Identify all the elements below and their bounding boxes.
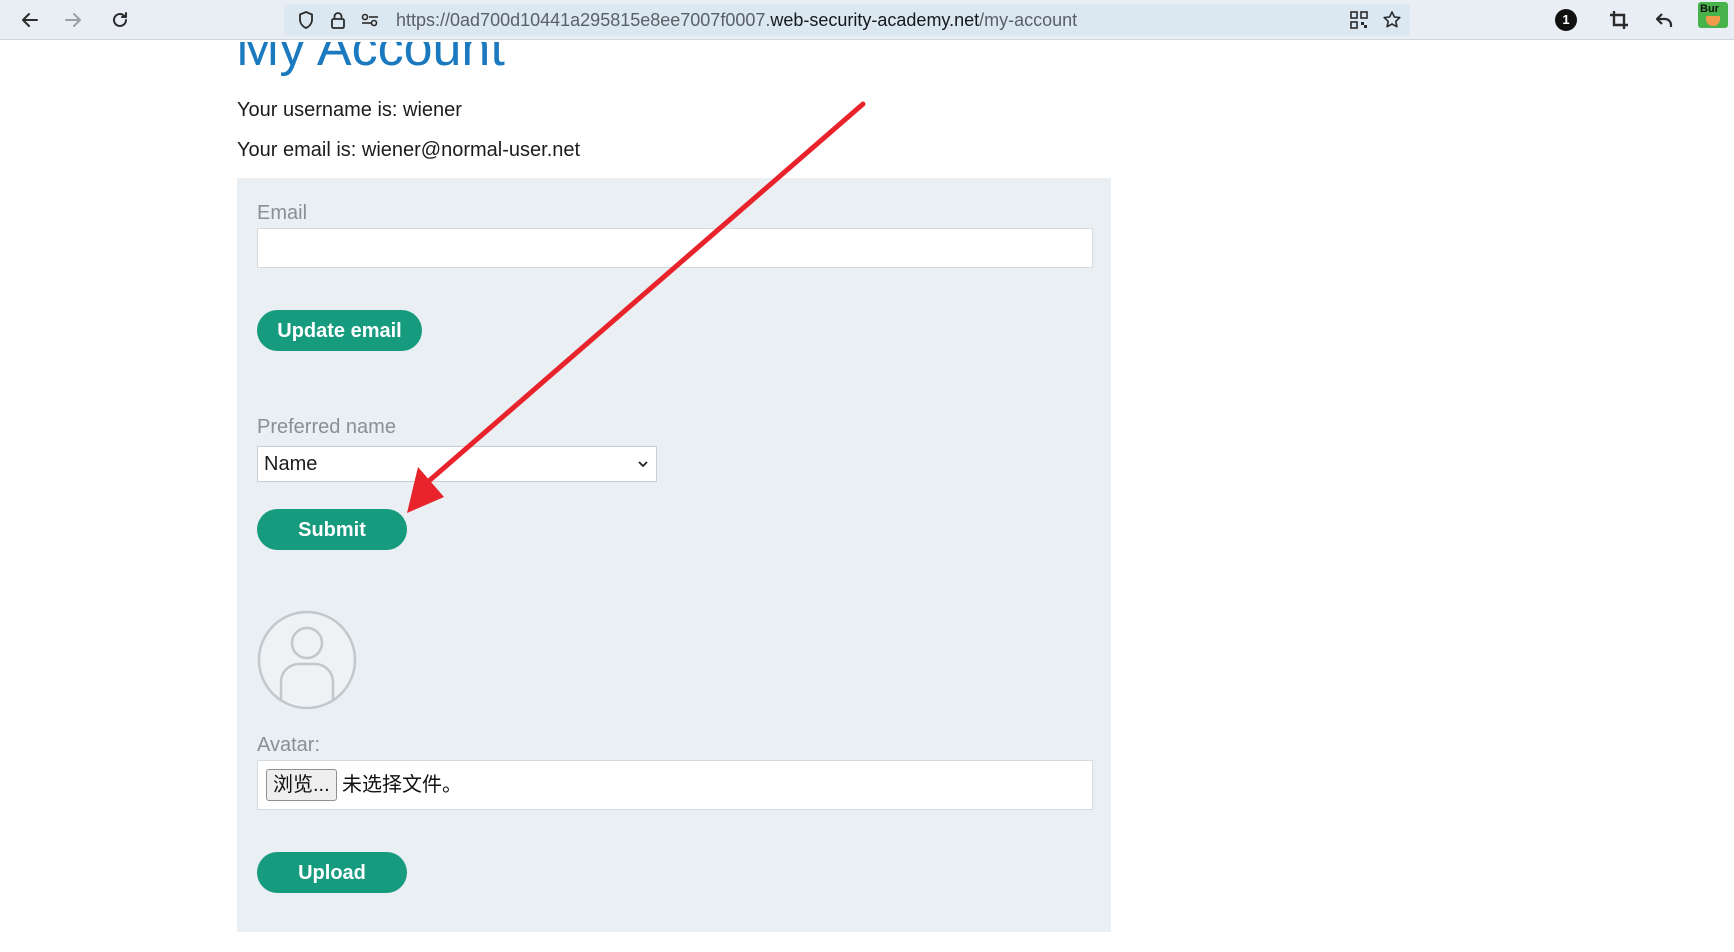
avatar-file-input[interactable]: 浏览... 未选择文件。 bbox=[257, 760, 1093, 810]
back-icon[interactable] bbox=[16, 6, 44, 34]
burp-extension-icon[interactable]: Bur bbox=[1698, 2, 1728, 28]
burp-label: Bur bbox=[1700, 3, 1719, 15]
email-info: Your email is: wiener@normal-user.net bbox=[237, 139, 581, 161]
preferred-name-label: Preferred name bbox=[257, 416, 396, 438]
extension-badge[interactable]: 1 bbox=[1555, 9, 1577, 31]
email-label: Email bbox=[257, 202, 308, 224]
update-email-button[interactable]: Update email bbox=[257, 310, 422, 351]
avatar-placeholder-icon bbox=[257, 610, 357, 710]
permissions-icon[interactable] bbox=[356, 6, 384, 34]
forward-icon[interactable] bbox=[59, 6, 87, 34]
address-bar[interactable]: https://0ad700d10441a295815e8ee7007f0007… bbox=[284, 4, 1410, 36]
browse-button[interactable]: 浏览... bbox=[266, 769, 337, 801]
crop-icon[interactable] bbox=[1605, 6, 1633, 34]
browser-toolbar: https://0ad700d10441a295815e8ee7007f0007… bbox=[0, 0, 1734, 40]
submit-button[interactable]: Submit bbox=[257, 509, 407, 550]
email-input[interactable] bbox=[257, 228, 1093, 268]
reload-icon[interactable] bbox=[106, 6, 134, 34]
chevron-down-icon bbox=[638, 461, 648, 468]
undo-icon[interactable] bbox=[1650, 6, 1678, 34]
avatar-label: Avatar: bbox=[257, 734, 320, 756]
url-text[interactable]: https://0ad700d10441a295815e8ee7007f0007… bbox=[396, 4, 1077, 36]
username-info: Your username is: wiener bbox=[237, 99, 462, 121]
url-prefix: https://0ad700d10441a295815e8ee7007f0007… bbox=[396, 10, 771, 30]
upload-button[interactable]: Upload bbox=[257, 852, 407, 893]
qr-code-icon[interactable] bbox=[1345, 6, 1373, 34]
preferred-name-select[interactable]: Name bbox=[257, 446, 657, 482]
file-status-text: 未选择文件。 bbox=[342, 774, 462, 796]
url-path: /my-account bbox=[979, 10, 1078, 30]
bookmark-star-icon[interactable] bbox=[1378, 6, 1406, 34]
burp-face-graphic bbox=[1706, 16, 1720, 26]
url-host: web-security-academy.net bbox=[770, 10, 980, 30]
lock-icon[interactable] bbox=[324, 6, 352, 34]
preferred-name-value: Name bbox=[264, 453, 318, 475]
shield-icon[interactable] bbox=[292, 6, 320, 34]
account-form-panel: Email Update email Preferred name Name S… bbox=[237, 178, 1111, 932]
